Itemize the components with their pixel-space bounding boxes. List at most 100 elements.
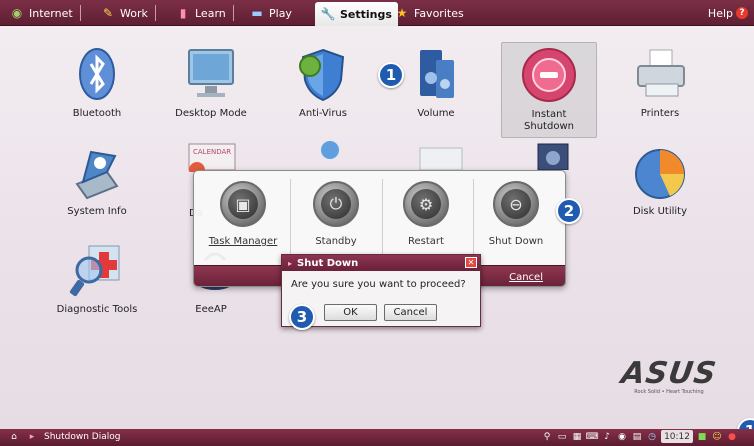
dialog-app-icon: ▸ — [288, 258, 293, 268]
bluetooth-app[interactable]: Bluetooth — [49, 44, 145, 120]
bluetooth-icon — [67, 44, 127, 104]
callout-badge: 2 — [556, 198, 582, 224]
calendar-text: CALENDAR — [193, 148, 231, 156]
window-icon: ▸ — [29, 432, 35, 442]
instant-shutdown-app[interactable]: Instant Shutdown — [501, 42, 597, 138]
tab-label: Favorites — [414, 6, 464, 20]
dialog-message: Are you sure you want to proceed? — [291, 279, 466, 290]
icon-label: Disk Utility — [632, 206, 688, 217]
callout-badge: 3 — [289, 304, 315, 330]
tab-settings[interactable]: 🔧 Settings — [315, 2, 398, 26]
icon-label: EeeAP — [195, 304, 227, 315]
dialog-titlebar: ▸ Shut Down ✕ — [282, 255, 480, 271]
gear-icon: ⚙ — [411, 189, 441, 219]
icon-label: Instant Shutdown — [524, 109, 574, 132]
task-manager-icon-frame: ▣ — [220, 181, 266, 227]
book-icon: ▮ — [179, 6, 187, 20]
icon-label: Diagnostic Tools — [56, 304, 138, 315]
standby-label: Standby — [315, 236, 357, 247]
task-manager-label: Task Manager — [208, 236, 278, 247]
icon-label: Desktop Mode — [175, 108, 247, 119]
help-button[interactable]: Help ? — [708, 0, 748, 26]
speaker-document-icon — [520, 140, 580, 171]
shield-bug-icon — [293, 44, 353, 104]
disk-utility-app[interactable]: Disk Utility — [612, 142, 708, 218]
volume-app[interactable]: Volume — [388, 44, 484, 120]
minus-circle-icon: ⊖ — [501, 189, 531, 219]
document-icon — [412, 142, 472, 171]
network-icon[interactable]: ▦ — [571, 431, 583, 443]
icon-label: Volume — [417, 108, 455, 119]
tab-label: Work — [120, 6, 148, 20]
clock-icon: ◷ — [648, 431, 656, 442]
restart-label: Restart — [408, 236, 444, 247]
icon-label: Bluetooth — [72, 108, 122, 119]
keyboard-icon[interactable]: ⌨ — [586, 431, 599, 443]
diagnostic-tools-app[interactable]: Diagnostic Tools — [49, 240, 145, 316]
power-cancel-button[interactable]: Cancel — [509, 272, 543, 283]
tab-label: Play — [269, 6, 292, 20]
icon-label: Printers — [640, 108, 680, 119]
home-icon[interactable]: ⌂ — [8, 431, 20, 443]
wrench-icon: 🔧 — [320, 7, 336, 21]
tab-label: Internet — [29, 6, 73, 20]
star-icon: ★ — [396, 6, 408, 20]
tab-favorites[interactable]: ★ Favorites — [395, 0, 464, 26]
disk-icon[interactable]: ▤ — [631, 431, 643, 443]
standby-icon-frame: ⏻ — [313, 181, 359, 227]
ok-button[interactable]: OK — [324, 304, 377, 321]
tab-work[interactable]: ✎ Work — [101, 0, 156, 26]
laptop-info-icon — [67, 142, 127, 202]
system-tray: ⚲ ▭ ▦ ⌨ ♪ ◉ ▤ ◷ 10:12 ■ ☺ ● — [541, 430, 738, 443]
magnifier-cross-icon — [67, 240, 127, 300]
restart-button[interactable]: ⚙ Restart — [382, 181, 470, 247]
printers-app[interactable]: Printers — [612, 44, 708, 120]
pen-icon: ✎ — [102, 6, 114, 20]
person-icon — [290, 136, 350, 166]
close-icon[interactable]: ✕ — [465, 257, 477, 268]
monitor-icon — [181, 44, 241, 104]
pie-chart-icon — [630, 142, 690, 202]
shut-down-icon-frame: ⊖ — [493, 181, 539, 227]
printer-icon — [630, 44, 690, 104]
tab-divider — [79, 5, 81, 21]
power-icon: ⏻ — [321, 189, 351, 219]
help-icon: ? — [736, 7, 748, 19]
top-tab-bar: ◉ Internet ✎ Work ▮ Learn ▬ Play 🔧 Setti… — [0, 0, 754, 26]
anti-virus-app[interactable]: Anti-Virus — [275, 44, 371, 120]
speaker-icon[interactable]: ♪ — [601, 431, 613, 443]
wifi-icon[interactable]: ⚲ — [541, 431, 553, 443]
green-status-icon[interactable]: ■ — [696, 431, 708, 443]
battery-icon[interactable]: ▭ — [556, 431, 568, 443]
shut-down-button[interactable]: ⊖ Shut Down — [472, 181, 560, 247]
sound-settings-partial[interactable] — [520, 140, 580, 174]
system-info-app[interactable]: System Info — [49, 142, 145, 218]
cancel-button[interactable]: Cancel — [384, 304, 437, 321]
network-app-partial[interactable] — [290, 136, 350, 170]
tab-label: Settings — [340, 7, 392, 21]
speaker-icon — [406, 44, 466, 104]
tab-internet[interactable]: ◉ Internet — [10, 0, 81, 26]
icon-label: Anti-Virus — [299, 108, 347, 119]
tab-label: Learn — [195, 6, 226, 20]
power-button-icon — [519, 45, 579, 105]
active-window-label[interactable]: Shutdown Dialog — [44, 432, 120, 442]
standby-button[interactable]: ⏻ Standby — [292, 181, 380, 247]
tab-divider — [232, 5, 234, 21]
restart-icon-frame: ⚙ — [403, 181, 449, 227]
tab-learn[interactable]: ▮ Learn — [176, 0, 234, 26]
desktop-mode-app[interactable]: Desktop Mode — [163, 44, 259, 120]
help-label: Help — [707, 6, 733, 20]
smiley-icon[interactable]: ☺ — [711, 431, 723, 443]
globe-icon: ◉ — [11, 6, 23, 20]
task-manager-icon: ▣ — [228, 189, 258, 219]
tab-divider — [154, 5, 156, 21]
asus-update-icon[interactable]: ◉ — [616, 431, 628, 443]
asus-logo: ASUS Rock Solid • Heart Touching — [614, 356, 724, 395]
task-manager-button[interactable]: ▣ Task Manager — [199, 181, 287, 247]
tab-play[interactable]: ▬ Play — [250, 0, 292, 26]
logo-text: ASUS — [619, 356, 719, 391]
clock[interactable]: 10:12 — [661, 430, 693, 443]
power-tray-icon[interactable]: ● — [726, 431, 738, 443]
shut-down-label: Shut Down — [488, 236, 544, 247]
